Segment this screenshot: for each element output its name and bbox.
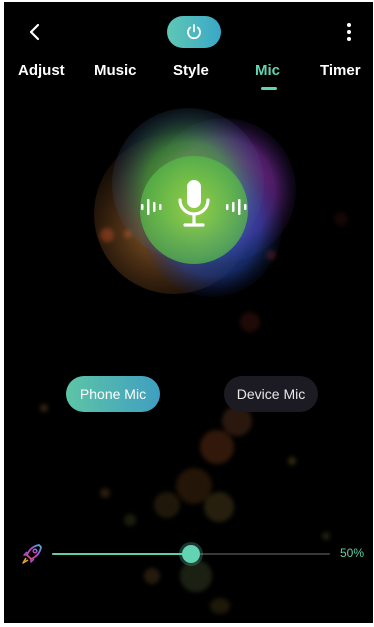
background-bokeh [40,404,48,412]
sensitivity-slider[interactable] [52,545,330,563]
tab-timer[interactable]: Timer [320,58,361,88]
active-tab-indicator [261,87,277,90]
app-screen: Adjust Music Style Mic Timer Phone Mic D… [4,2,373,623]
back-button[interactable] [26,20,46,44]
sensitivity-value: 50% [340,546,365,560]
background-bokeh [334,212,348,226]
chevron-left-icon [29,23,40,41]
rocket-icon [22,544,42,564]
background-bokeh [288,457,296,465]
more-options-button[interactable] [342,20,356,44]
background-bokeh [154,492,180,518]
tab-bar: Adjust Music Style Mic Timer [4,58,373,92]
tab-adjust[interactable]: Adjust [18,58,65,88]
microphone-icon [178,180,210,227]
power-icon [187,24,201,40]
sensitivity-slider-row: 50% [4,538,373,570]
background-bokeh [240,312,260,332]
background-bokeh [100,488,110,498]
background-bokeh [124,514,136,526]
power-button[interactable] [167,16,221,48]
background-bokeh [204,492,234,522]
sound-wave-icon [226,199,247,215]
slider-fill [52,553,191,555]
background-bokeh [144,568,160,584]
background-bokeh [200,430,234,464]
vertical-dots-icon [347,23,351,41]
mic-visualizer[interactable] [84,102,304,302]
tab-mic[interactable]: Mic [255,58,280,88]
slider-thumb[interactable] [182,545,200,563]
top-bar [4,2,373,58]
background-bokeh [210,598,230,614]
tab-music[interactable]: Music [94,58,137,88]
device-mic-button[interactable]: Device Mic [224,376,318,412]
phone-mic-button[interactable]: Phone Mic [66,376,160,412]
sound-wave-icon [141,199,162,215]
tab-style[interactable]: Style [173,58,209,88]
